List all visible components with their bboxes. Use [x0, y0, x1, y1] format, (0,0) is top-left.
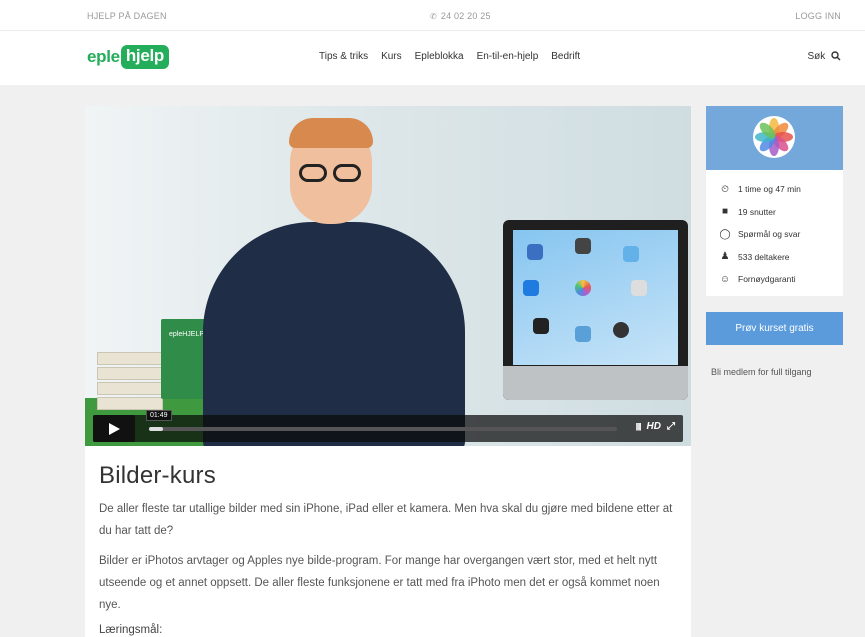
- stat-guarantee: ☺ Fornøydgaranti: [718, 268, 843, 291]
- course-card-header: [706, 106, 843, 170]
- search-icon: [831, 51, 841, 61]
- stat-guarantee-text: Fornøydgaranti: [738, 274, 796, 285]
- course-content: epleHJELP 01:49 |||| HD ⤢ Bilder-kurs De…: [85, 106, 691, 637]
- course-title: Bilder-kurs: [99, 462, 216, 489]
- video-player[interactable]: epleHJELP 01:49 |||| HD ⤢: [85, 106, 691, 446]
- play-icon: [109, 423, 120, 435]
- help-today-text: HJELP PÅ DAGEN: [87, 11, 167, 21]
- search-label: Søk: [807, 51, 826, 62]
- clock-icon: ⏲: [721, 183, 729, 195]
- fullscreen-icon[interactable]: ⤢: [667, 421, 675, 432]
- hd-toggle[interactable]: HD: [647, 421, 661, 432]
- video-scene-imac: [503, 220, 688, 400]
- imac-chin: [503, 366, 688, 400]
- course-description-1: De aller fleste tar utallige bilder med …: [99, 503, 673, 537]
- video-scene-book: epleHJELP: [161, 319, 209, 399]
- nav-item-en-til-en[interactable]: En-til-en-hjelp: [477, 51, 539, 62]
- phone-label: 24 02 20 25: [440, 11, 491, 21]
- video-scene-hair: [289, 118, 373, 148]
- video-camera-icon: ■: [721, 206, 729, 218]
- stat-participants-text: 533 deltakere: [738, 251, 790, 262]
- login-link[interactable]: LOGG INN: [795, 11, 841, 21]
- play-button[interactable]: [93, 415, 135, 442]
- course-description-2: Bilder er iPhotos arvtager og Apples nye…: [99, 555, 660, 611]
- video-scene-books: [97, 352, 163, 410]
- nav-item-kurs[interactable]: Kurs: [381, 51, 402, 62]
- stat-duration-text: 1 time og 47 min: [738, 184, 801, 195]
- nav-item-tips[interactable]: Tips & triks: [319, 51, 368, 62]
- learning-goals-heading: Læringsmål:: [99, 624, 163, 636]
- imac-screen: [513, 230, 678, 365]
- course-stats-list: ⏲ 1 time og 47 min ■ 19 snutter ◯ Spørmål o…: [706, 170, 843, 291]
- video-scene-person: [203, 222, 465, 446]
- phone-number[interactable]: ✆ 24 02 20 25: [430, 11, 491, 21]
- progress-bar[interactable]: [149, 427, 617, 431]
- nav-menu: Tips & triks Kurs Epleblokka En-til-en-h…: [319, 51, 593, 62]
- try-course-free-button[interactable]: Prøv kurset gratis: [706, 312, 843, 345]
- phone-icon: ✆: [430, 12, 437, 21]
- search-button[interactable]: Søk: [807, 51, 841, 62]
- photos-app-icon: [753, 116, 795, 158]
- progress-fill: [149, 427, 164, 431]
- video-controls-right: |||| HD ⤢: [630, 421, 675, 432]
- stat-qa: ◯ Spørmål og svar: [718, 223, 843, 246]
- top-bar: HJELP PÅ DAGEN ✆ 24 02 20 25 LOGG INN: [0, 0, 865, 31]
- person-icon: ♟: [720, 251, 730, 263]
- stat-qa-text: Spørmål og svar: [738, 229, 801, 240]
- main-navigation: eple hjelp Tips & triks Kurs Epleblokka …: [0, 31, 865, 85]
- logo-text-hjelp: hjelp: [120, 45, 169, 69]
- smiley-icon: ☺: [719, 273, 731, 285]
- stat-participants: ♟ 533 deltakere: [718, 246, 843, 269]
- speech-bubble-icon: ◯: [719, 228, 731, 240]
- site-logo[interactable]: eple hjelp: [87, 45, 169, 69]
- nav-item-epleblokka[interactable]: Epleblokka: [415, 51, 464, 62]
- nav-item-bedrift[interactable]: Bedrift: [551, 51, 580, 62]
- video-scene-glasses: [297, 164, 367, 186]
- volume-icon[interactable]: ||||: [636, 422, 642, 431]
- stat-clips: ■ 19 snutter: [718, 201, 843, 224]
- membership-link[interactable]: Bli medlem for full tilgang: [711, 367, 812, 377]
- logo-text-eple: eple: [87, 47, 120, 66]
- course-info-card: ⏲ 1 time og 47 min ■ 19 snutter ◯ Spørmål o…: [706, 106, 843, 296]
- stat-duration: ⏲ 1 time og 47 min: [718, 178, 843, 201]
- time-indicator: 01:49: [146, 410, 172, 421]
- book-label: epleHJELP: [169, 331, 205, 338]
- video-controls: 01:49 |||| HD ⤢: [93, 410, 683, 442]
- stat-clips-text: 19 snutter: [738, 206, 776, 217]
